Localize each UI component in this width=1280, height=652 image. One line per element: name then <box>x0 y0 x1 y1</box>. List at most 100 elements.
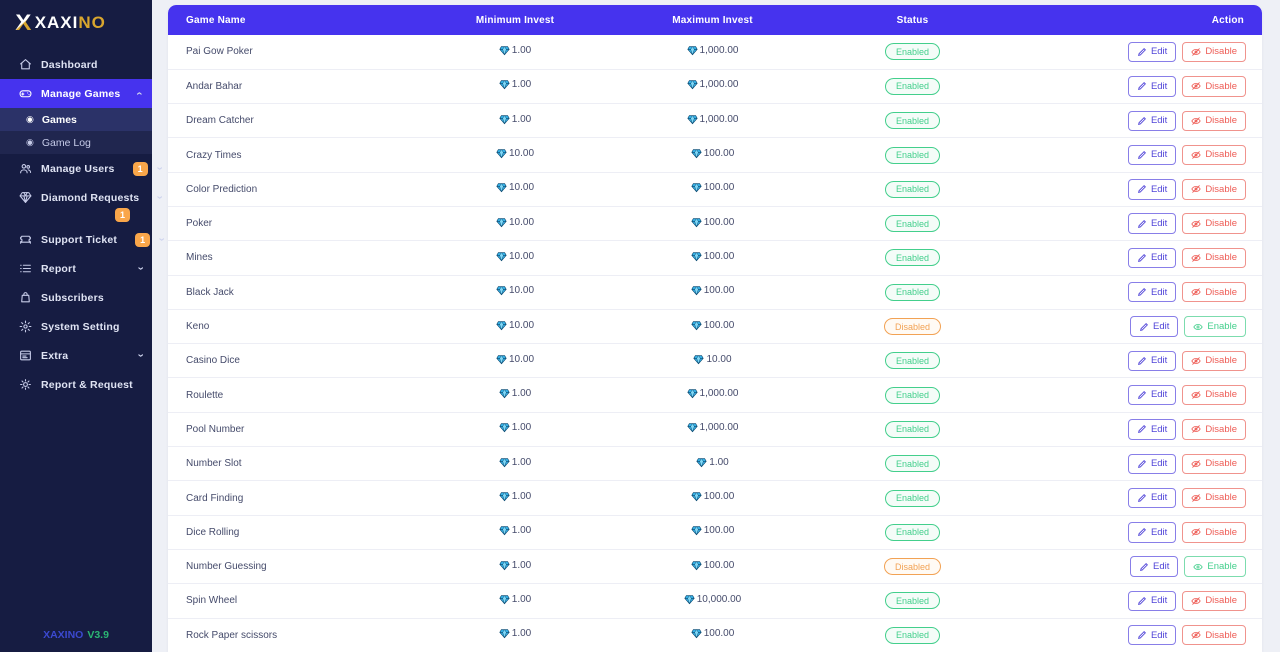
disable-button[interactable]: Disable <box>1182 110 1246 131</box>
table-row: Number Slot 1.00 1.00 Enabled Edit Disabl… <box>168 446 1262 482</box>
game-name-cell: Keno <box>168 309 420 345</box>
disable-button[interactable]: Disable <box>1182 247 1246 269</box>
sidebar-item-extra[interactable]: Extra › <box>0 341 152 370</box>
table-row: Spin Wheel 1.00 10,000.00 Enabled Edit Di… <box>168 583 1262 619</box>
diamond-icon <box>499 457 510 468</box>
diamond-icon <box>686 388 698 399</box>
sidebar-item-label: Manage Users <box>41 162 115 175</box>
status-cell: Disabled <box>815 309 1010 345</box>
diamond-icon <box>496 182 507 193</box>
edit-button[interactable]: Edit <box>1127 41 1177 63</box>
edit-button[interactable]: Edit <box>1127 282 1177 303</box>
status-badge: Enabled <box>884 523 941 541</box>
disable-button[interactable]: Disable <box>1182 590 1246 612</box>
app-logo[interactable]: X XAXINO <box>0 0 152 46</box>
maximum-invest-cell: 10.00 <box>610 343 815 379</box>
edit-button[interactable]: Edit <box>1127 350 1177 372</box>
sidebar-nav: Dashboard Manage Games › ◉ Games ◉ Game Log… <box>0 46 167 618</box>
diamond-icon <box>496 285 507 296</box>
action-cell: Edit Disable <box>1010 583 1262 619</box>
disable-button[interactable]: Disable <box>1182 282 1246 303</box>
maximum-invest-cell: 1.00 <box>610 446 815 482</box>
action-cell: Edit Disable <box>1010 172 1262 207</box>
table-row: Dream Catcher 1.00 1,000.00 Enabled Edit… <box>168 103 1262 139</box>
edit-button[interactable]: Edit <box>1127 213 1177 234</box>
disable-button[interactable]: Disable <box>1182 522 1246 543</box>
sidebar-item-diamond-requests[interactable]: Diamond Requests 1 › <box>0 183 166 222</box>
diamond-icon <box>696 457 707 468</box>
sidebar-item-subscribers[interactable]: Subscribers <box>0 283 152 312</box>
diamond-icon <box>499 114 510 125</box>
sidebar-item-label: Diamond Requests <box>41 191 140 204</box>
edit-button[interactable]: Edit <box>1127 76 1177 97</box>
circle-dot-icon: ◉ <box>26 137 34 147</box>
sidebar-item-manage-games[interactable]: Manage Games › <box>0 79 152 108</box>
edit-button[interactable]: Edit <box>1127 144 1177 166</box>
sidebar: X XAXINO Dashboard Manage Games › ◉ Games… <box>0 0 167 652</box>
table-header-row: Game Name Minimum Invest Maximum Invest … <box>168 5 1262 35</box>
sidebar-item-manage-users[interactable]: Manage Users 1 › <box>0 154 165 183</box>
edit-button[interactable]: Edit <box>1127 522 1177 543</box>
game-name-cell: Andar Bahar <box>168 69 420 105</box>
edit-button[interactable]: Edit <box>1130 316 1179 337</box>
diamond-icon <box>686 45 698 56</box>
edit-button[interactable]: Edit <box>1127 453 1177 474</box>
sidebar-item-support-ticket[interactable]: Support Ticket 1 › <box>0 225 167 254</box>
enable-button[interactable]: Enable <box>1184 316 1246 337</box>
action-cell: Edit Disable <box>1010 480 1262 516</box>
status-badge: Disabled <box>883 318 942 336</box>
disable-button[interactable]: Disable <box>1182 487 1246 509</box>
maximum-invest-cell: 1,000.00 <box>610 69 815 105</box>
status-badge: Enabled <box>884 489 941 507</box>
diamond-icon <box>499 628 510 639</box>
edit-button[interactable]: Edit <box>1130 556 1179 577</box>
disable-button[interactable]: Disable <box>1182 419 1246 440</box>
enable-button[interactable]: Enable <box>1184 556 1246 577</box>
disable-button[interactable]: Disable <box>1182 179 1246 200</box>
sidebar-item-label: Manage Games <box>41 87 121 100</box>
sidebar-item-report[interactable]: Report › <box>0 254 152 283</box>
status-cell: Enabled <box>815 583 1010 619</box>
sidebar-subitem-game-log[interactable]: ◉ Game Log <box>0 131 152 154</box>
sidebar-item-report-request[interactable]: Report & Request <box>0 370 152 399</box>
disable-button[interactable]: Disable <box>1182 625 1246 646</box>
action-cell: Edit Disable <box>1010 69 1262 105</box>
games-table: Game Name Minimum Invest Maximum Invest … <box>168 5 1262 652</box>
game-name-cell: Mines <box>168 240 420 276</box>
diamond-icon <box>496 320 507 331</box>
edit-button[interactable]: Edit <box>1127 487 1177 509</box>
minimum-invest-cell: 1.00 <box>420 412 610 448</box>
disable-button[interactable]: Disable <box>1182 384 1246 406</box>
edit-button[interactable]: Edit <box>1127 625 1177 646</box>
action-cell: Edit Disable <box>1010 137 1262 173</box>
game-name-cell: Rock Paper scissors <box>168 618 420 652</box>
disable-button[interactable]: Disable <box>1182 350 1246 372</box>
edit-button[interactable]: Edit <box>1127 590 1177 612</box>
footer-brand: XAXINO <box>43 629 84 641</box>
sidebar-item-label: System Setting <box>41 320 120 333</box>
sidebar-item-label: Extra <box>41 349 69 362</box>
disable-button[interactable]: Disable <box>1182 41 1246 63</box>
diamond-icon <box>499 388 510 399</box>
disable-button[interactable]: Disable <box>1182 144 1246 166</box>
edit-button[interactable]: Edit <box>1127 247 1177 269</box>
status-cell: Enabled <box>815 275 1010 310</box>
action-cell: Edit Disable <box>1010 515 1262 550</box>
disable-button[interactable]: Disable <box>1182 453 1246 474</box>
sidebar-item-dashboard[interactable]: Dashboard <box>0 50 152 79</box>
diamond-icon <box>499 525 510 536</box>
diamond-icon <box>496 148 507 159</box>
chevron-down-icon: › <box>134 353 147 358</box>
sidebar-item-system-setting[interactable]: System Setting <box>0 312 152 341</box>
edit-button[interactable]: Edit <box>1127 110 1177 131</box>
edit-button[interactable]: Edit <box>1127 384 1177 406</box>
status-cell: Enabled <box>815 377 1010 413</box>
sidebar-subitem-games[interactable]: ◉ Games <box>0 108 152 131</box>
disable-button[interactable]: Disable <box>1182 76 1246 97</box>
edit-button[interactable]: Edit <box>1127 419 1177 440</box>
edit-button[interactable]: Edit <box>1127 179 1177 200</box>
game-name-cell: Crazy Times <box>168 137 420 173</box>
diamond-icon <box>691 251 702 262</box>
disable-button[interactable]: Disable <box>1182 213 1246 234</box>
maximum-invest-cell: 1,000.00 <box>610 412 815 448</box>
